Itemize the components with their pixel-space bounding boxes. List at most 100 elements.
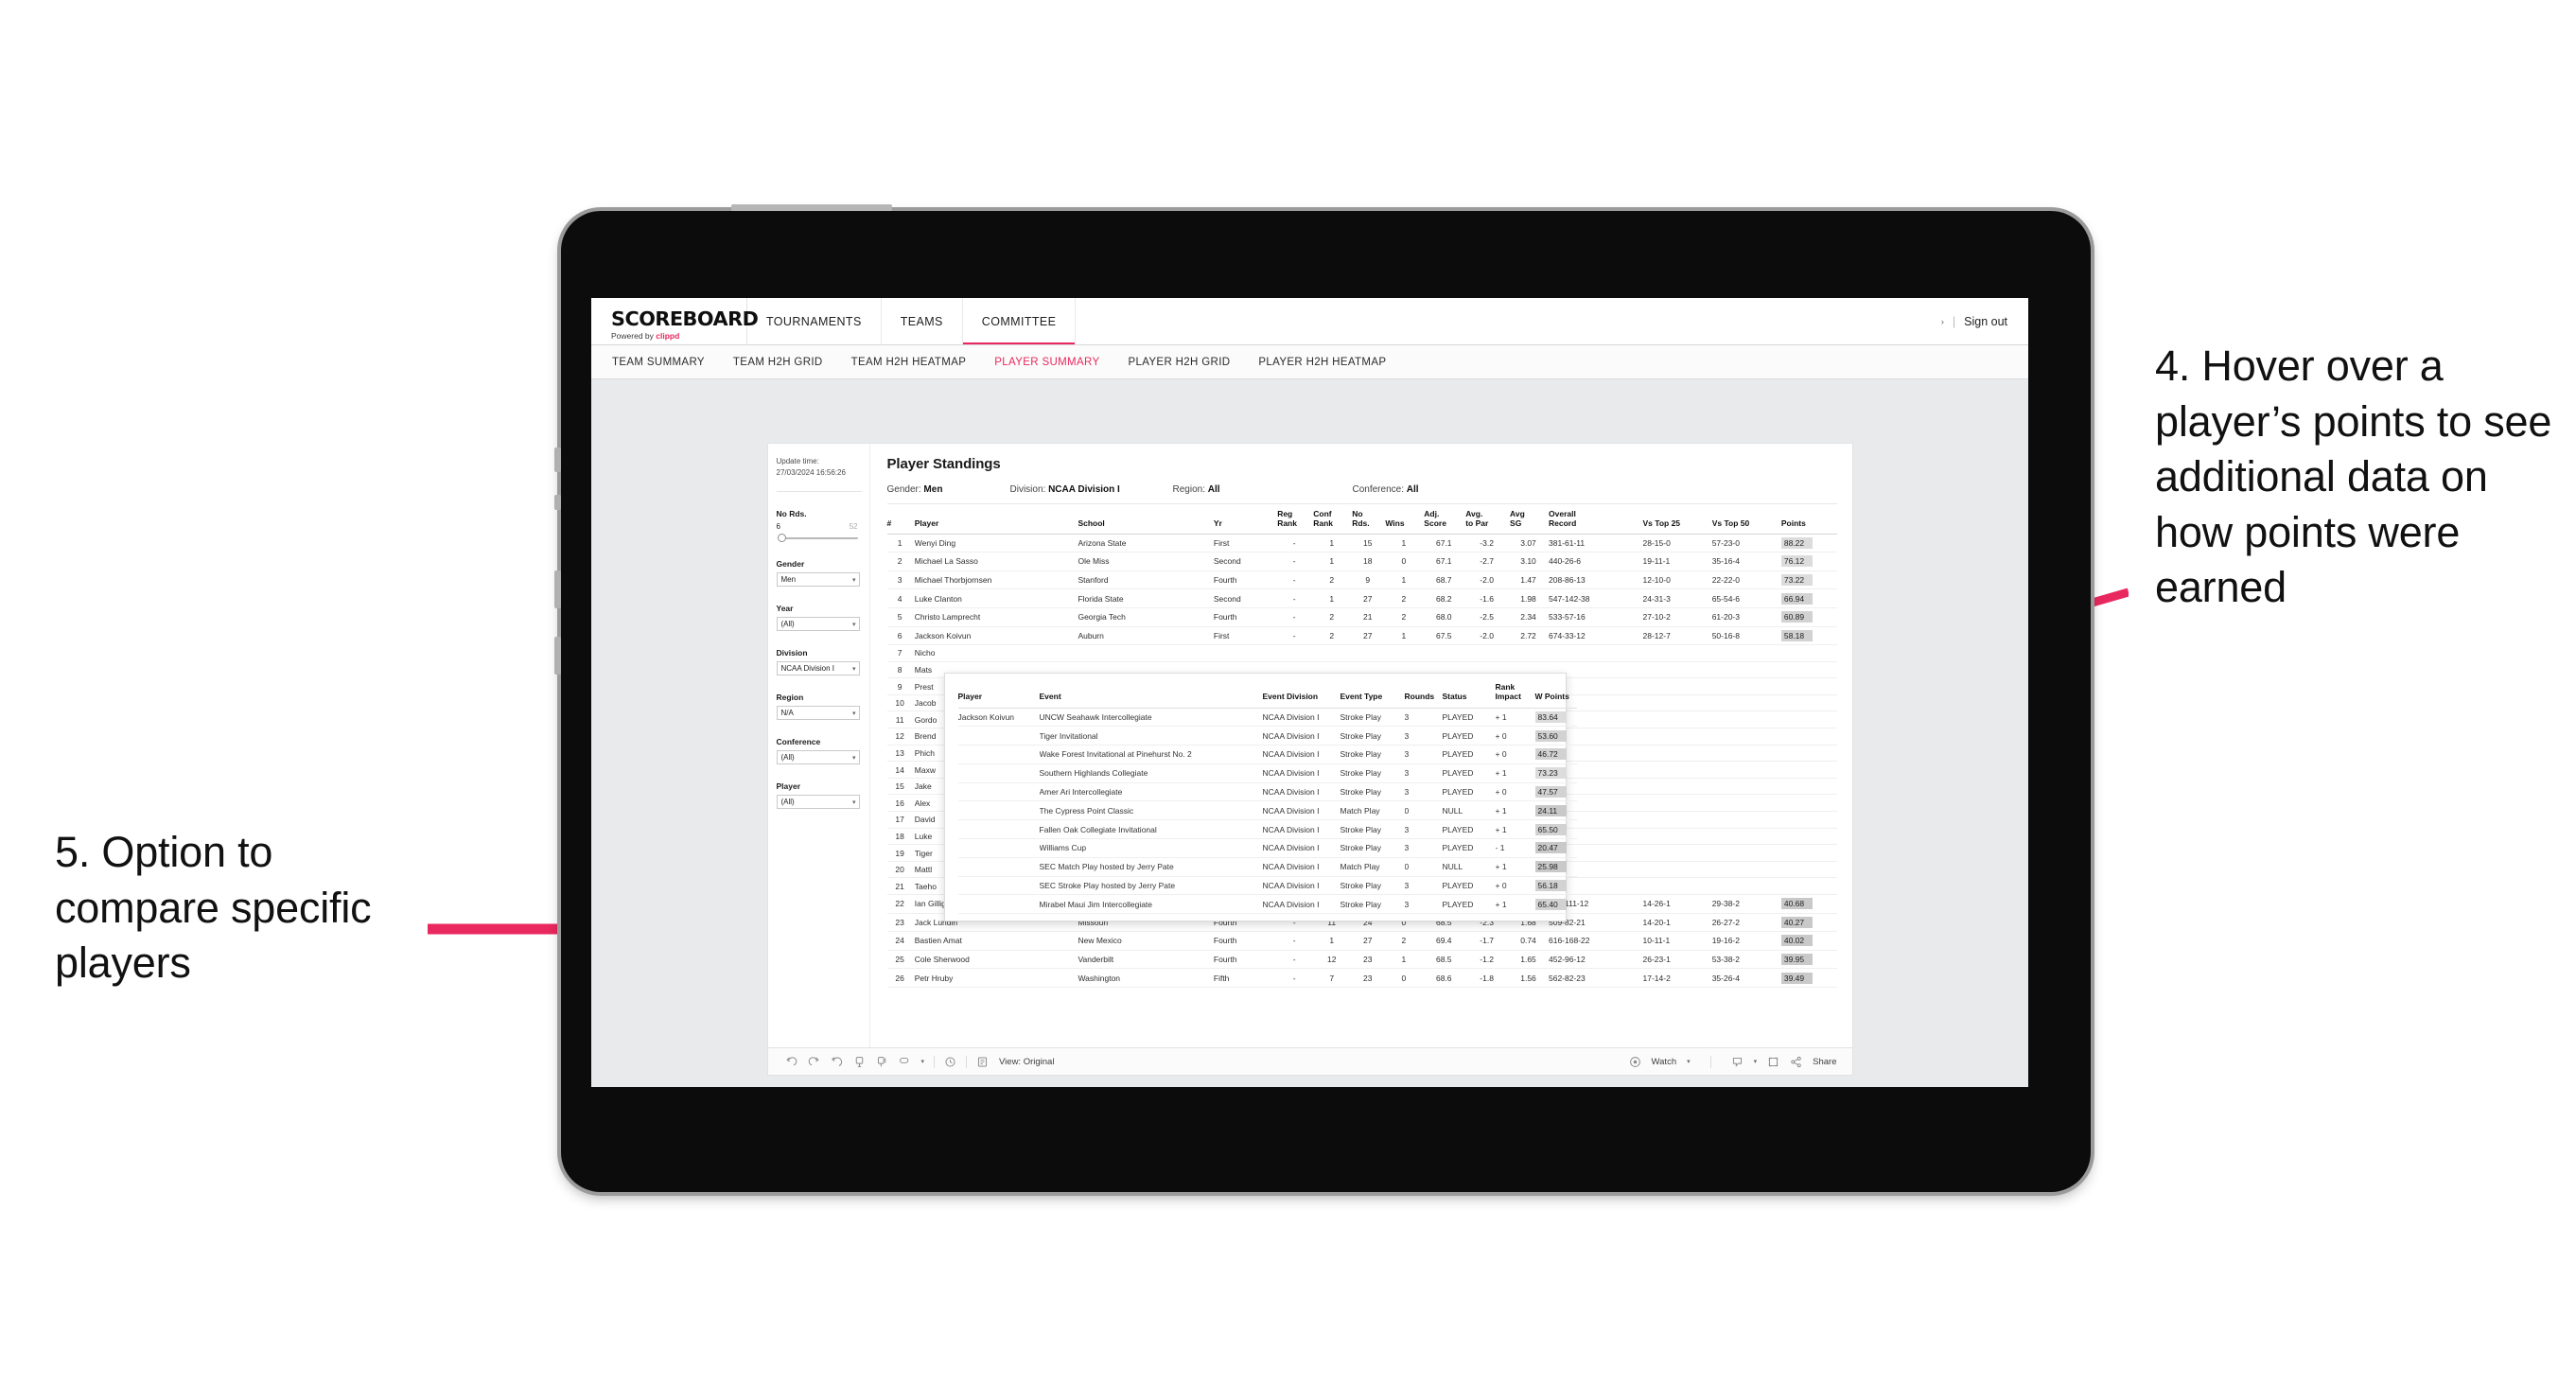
table-row[interactable]: 3 Michael Thorbjornsen Stanford Fourth -2 9 1 6… (886, 570, 1837, 590)
tooltip-cell: 73.23 (1534, 763, 1577, 783)
table-row[interactable]: 4 Luke Clanton Florida State Second -1 27 2 68.… (886, 588, 1837, 608)
view-original-label[interactable]: View: Original (999, 1057, 1054, 1067)
points-value[interactable]: 39.49 (1780, 972, 1813, 984)
subnav-item-player-h2h-heatmap[interactable]: PLAYER H2H HEATMAP (1258, 357, 1386, 368)
points-value[interactable]: 58.18 (1780, 629, 1813, 641)
subnav-item-player-summary[interactable]: PLAYER SUMMARY (994, 357, 1099, 368)
table-cell (1780, 745, 1837, 763)
standings-col-header[interactable]: Overall Record (1549, 509, 1643, 535)
undo-icon[interactable] (785, 1056, 797, 1068)
watch-label[interactable]: Watch (1652, 1057, 1677, 1067)
standings-col-header[interactable]: School (1078, 510, 1214, 535)
table-cell: 39.95 (1780, 950, 1837, 970)
resume-updates-icon[interactable] (876, 1056, 888, 1068)
table-cell: 19 (886, 844, 915, 862)
table-row[interactable]: 2 Michael La Sasso Ole Miss Second -1 18 0 67.1… (886, 552, 1837, 571)
points-value[interactable]: 40.68 (1780, 898, 1813, 910)
topnav-item-teams[interactable]: TEAMS (882, 298, 963, 344)
table-cell (1711, 794, 1781, 813)
points-value[interactable]: 40.02 (1780, 935, 1813, 947)
standings-col-header[interactable]: Adj. Score (1424, 509, 1466, 535)
table-row[interactable]: 24 Bastien Amat New Mexico Fourth -1 27 2 69.4-… (886, 931, 1837, 951)
filter-region-select[interactable]: N/A ▾ (776, 706, 860, 721)
table-row[interactable]: 6 Jackson Koivun Auburn First -2 27 1 67.5 -2.0 2… (886, 626, 1837, 646)
param-region-label: Region: (1172, 484, 1205, 495)
share-icon[interactable] (1790, 1056, 1802, 1068)
points-value[interactable]: 88.22 (1780, 536, 1813, 549)
subnav-item-team-summary[interactable]: TEAM SUMMARY (612, 357, 705, 368)
table-row[interactable]: 25 Cole Sherwood Vanderbilt Fourth -12 23 1 68.… (886, 950, 1837, 970)
points-value[interactable]: 40.27 (1780, 916, 1813, 928)
points-value[interactable]: 73.22 (1780, 574, 1813, 587)
chevron-down-icon[interactable]: ▾ (921, 1058, 925, 1065)
tooltip-player-cell (957, 838, 1040, 858)
table-cell: 40.68 (1780, 894, 1837, 914)
slider-knob[interactable] (777, 534, 786, 543)
chevron-down-icon[interactable]: ▾ (1754, 1058, 1758, 1065)
tooltip-cell: PLAYED (1442, 782, 1496, 802)
table-cell (1711, 828, 1781, 846)
no-rounds-slider[interactable] (777, 534, 858, 543)
standings-col-header[interactable]: Vs Top 25 (1642, 510, 1712, 535)
table-cell: - (1277, 570, 1314, 590)
table-cell (1642, 728, 1712, 746)
tooltip-cell: NCAA Division I (1262, 857, 1341, 877)
tooltip-cell: NULL (1442, 800, 1496, 821)
filter-year-select[interactable]: (All) ▾ (776, 617, 860, 632)
standings-col-header[interactable]: No Rds. (1352, 509, 1386, 535)
table-cell: Vanderbilt (1078, 950, 1214, 970)
points-value[interactable]: 76.12 (1780, 555, 1813, 568)
filter-player-select[interactable]: (All) ▾ (776, 795, 860, 810)
fullscreen-icon[interactable] (1767, 1056, 1779, 1068)
table-cell: 23 (886, 913, 915, 933)
sign-out-link[interactable]: Sign out (1964, 315, 2007, 328)
points-value[interactable]: 66.94 (1780, 592, 1813, 605)
table-cell (1780, 811, 1837, 829)
history-clock-icon[interactable] (944, 1056, 956, 1068)
subnav-item-team-h2h-grid[interactable]: TEAM H2H GRID (733, 357, 823, 368)
table-cell: 11 (886, 711, 915, 729)
revert-icon[interactable] (831, 1056, 843, 1068)
filter-conference: Conference (All) ▾ (776, 737, 869, 765)
standings-col-header[interactable]: Avg SG (1510, 509, 1549, 535)
subnav-item-team-h2h-heatmap[interactable]: TEAM H2H HEATMAP (851, 357, 967, 368)
topnav-item-tournaments[interactable]: TOURNAMENTS (747, 298, 882, 344)
subnav-item-player-h2h-grid[interactable]: PLAYER H2H GRID (1128, 357, 1230, 368)
filter-conference-select[interactable]: (All) ▾ (776, 750, 860, 765)
header-separator: | (1952, 314, 1956, 328)
redo-icon[interactable] (808, 1056, 820, 1068)
view-icon[interactable] (976, 1056, 989, 1068)
standings-col-header[interactable]: Avg. to Par (1465, 509, 1511, 535)
standings-col-header[interactable]: Player (914, 510, 1078, 535)
share-label[interactable]: Share (1813, 1057, 1836, 1067)
table-row[interactable]: 7 Nicho (886, 644, 1837, 662)
filter-division-select[interactable]: NCAA Division I ▾ (776, 661, 860, 676)
chevron-right-icon[interactable]: › (1941, 317, 1944, 326)
standings-col-header[interactable]: Yr (1213, 510, 1278, 535)
standings-col-header[interactable]: Conf Rank (1313, 509, 1353, 535)
chevron-down-icon[interactable]: ▾ (1687, 1058, 1691, 1065)
slider-min-value: 6 (776, 522, 780, 532)
filter-player-label: Player (776, 781, 801, 792)
standings-col-header[interactable]: Vs Top 50 (1711, 510, 1781, 535)
tooltip-col-header: Player (957, 683, 1040, 709)
standings-col-header[interactable]: Points (1780, 510, 1837, 535)
table-cell: 0 (1385, 552, 1425, 571)
table-row[interactable]: 5 Christo Lamprecht Georgia Tech Fourth -2 21… (886, 607, 1837, 627)
filter-gender-select[interactable]: Men ▾ (776, 572, 860, 588)
standings-col-header[interactable]: Wins (1385, 510, 1425, 535)
subscribe-icon[interactable] (1731, 1056, 1744, 1068)
topnav-item-committee[interactable]: COMMITTEE (962, 298, 1077, 344)
brand-logo[interactable]: SCOREBOARD Powered by clippd (591, 298, 759, 344)
points-value[interactable]: 39.95 (1780, 954, 1813, 966)
watch-icon[interactable] (1629, 1056, 1641, 1068)
pause-updates-icon[interactable] (853, 1056, 866, 1068)
tooltip-cell: Tiger Invitational (1039, 726, 1263, 746)
standings-col-header[interactable]: # (886, 510, 915, 535)
standings-col-header[interactable]: Reg Rank (1277, 509, 1314, 535)
table-cell: 12-10-0 (1642, 570, 1712, 590)
points-value[interactable]: 60.89 (1780, 611, 1813, 623)
refresh-data-icon[interactable] (899, 1056, 911, 1068)
table-row[interactable]: 1 Wenyi Ding Arizona State First -1 15 1 67.1 -3… (886, 534, 1837, 553)
table-row[interactable]: 26 Petr Hruby Washington Fifth -7 23 0 68.6 -1.8… (886, 968, 1837, 988)
